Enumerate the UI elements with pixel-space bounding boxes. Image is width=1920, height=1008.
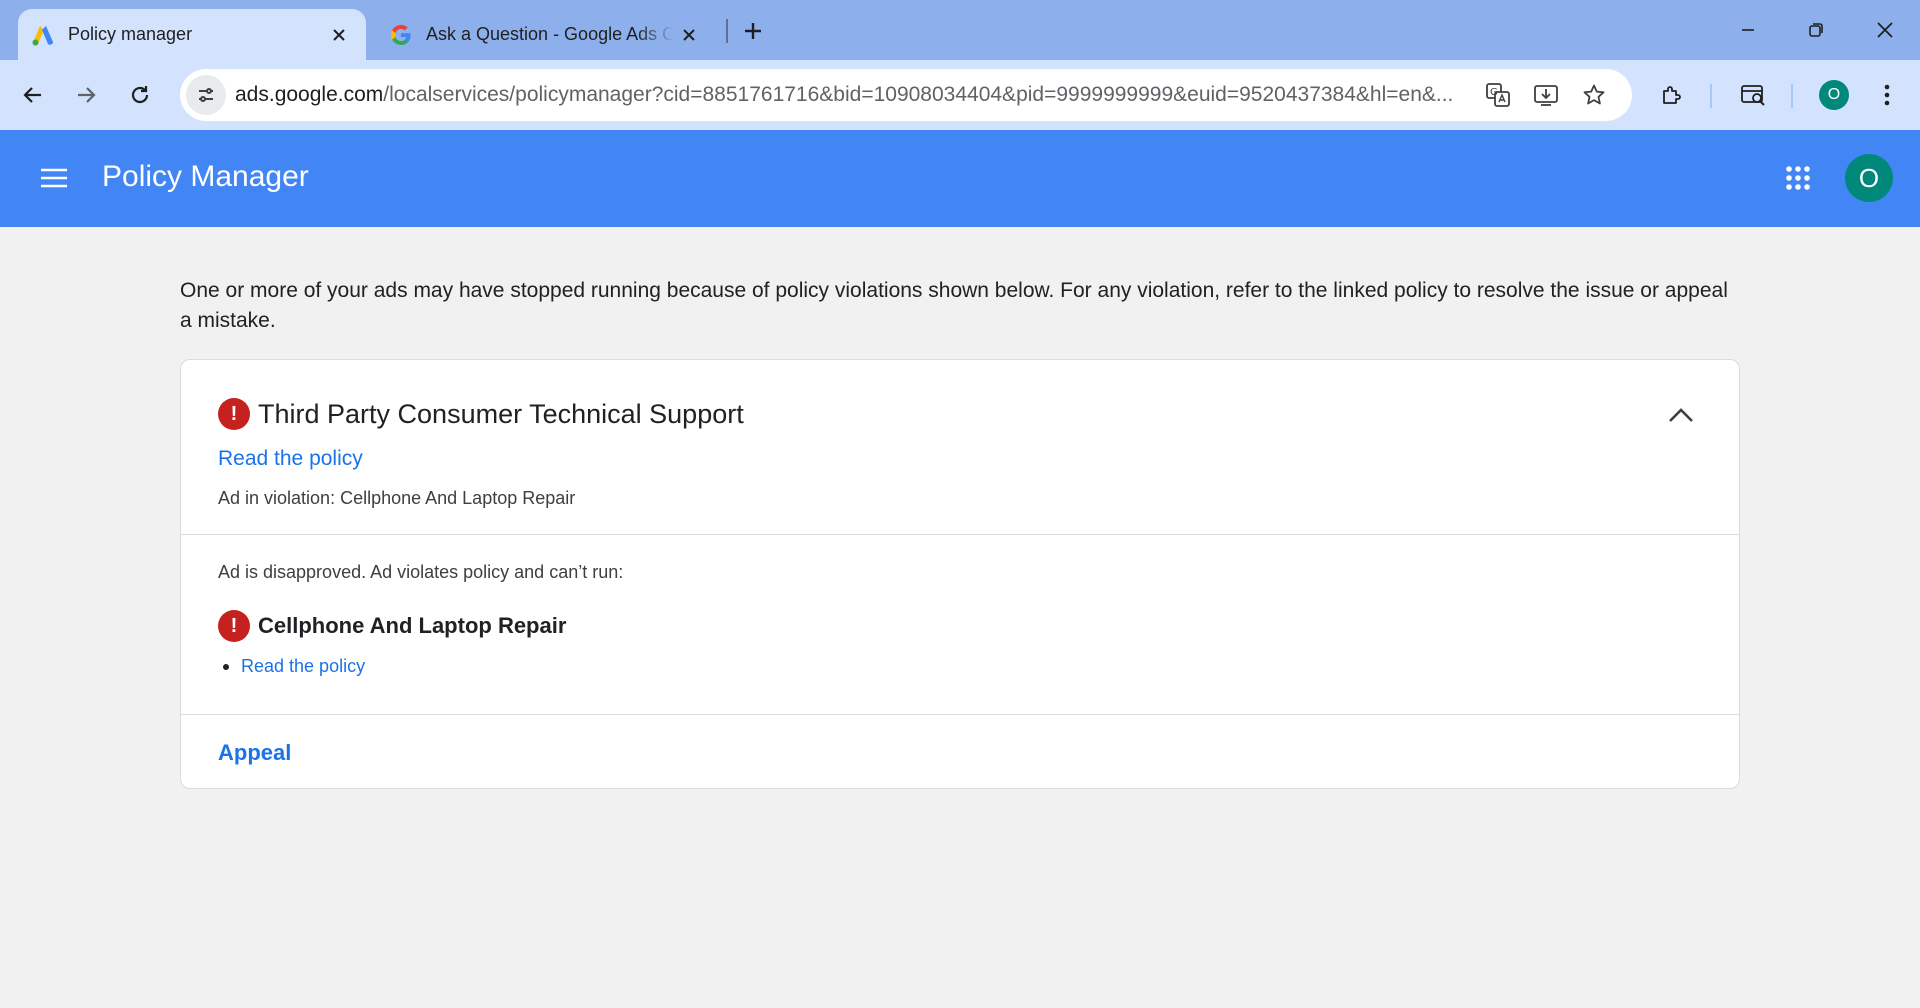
minimize-button[interactable] xyxy=(1718,10,1778,50)
kebab-menu-icon[interactable] xyxy=(1869,77,1905,113)
address-bar[interactable]: ads.google.com/localservices/policymanag… xyxy=(180,69,1632,121)
browser-toolbar: ads.google.com/localservices/policymanag… xyxy=(0,60,1920,130)
translate-icon[interactable]: G xyxy=(1480,77,1516,113)
toolbar-separator xyxy=(1791,84,1793,108)
ad-name: Cellphone And Laptop Repair xyxy=(258,613,567,638)
policy-intro-text: One or more of your ads may have stopped… xyxy=(180,279,1728,332)
tab-separator xyxy=(726,19,728,43)
bookmark-star-icon[interactable] xyxy=(1576,77,1612,113)
url-path: /localservices/policymanager?cid=8851761… xyxy=(383,83,1454,106)
hamburger-menu-icon[interactable] xyxy=(34,158,74,198)
chevron-up-icon[interactable] xyxy=(1661,400,1701,430)
close-tab-icon[interactable] xyxy=(324,20,354,50)
bullet-icon xyxy=(223,663,229,670)
close-tab-icon[interactable] xyxy=(674,20,704,50)
google-ads-logo-icon xyxy=(28,20,58,50)
back-button[interactable] xyxy=(15,77,51,113)
url-text[interactable]: ads.google.com/localservices/policymanag… xyxy=(235,83,1465,107)
url-host: ads.google.com xyxy=(235,83,384,106)
app-header: Policy Manager O xyxy=(0,130,1920,227)
error-icon: ! xyxy=(218,398,250,430)
close-window-button[interactable] xyxy=(1855,10,1915,50)
extensions-icon[interactable] xyxy=(1654,77,1690,113)
restore-button[interactable] xyxy=(1786,10,1846,50)
google-g-logo-icon xyxy=(386,20,416,50)
apps-grid-icon[interactable] xyxy=(1778,158,1818,198)
tab-policy-manager[interactable]: Policy manager xyxy=(18,9,366,60)
site-info-icon[interactable] xyxy=(186,75,226,115)
tab-title: Ask a Question - Google Ads Community xyxy=(426,24,674,44)
ad-item: ! Cellphone And Laptop Repair xyxy=(218,610,566,642)
divider xyxy=(181,714,1739,715)
tab-ads-community[interactable]: Ask a Question - Google Ads Community xyxy=(376,9,716,60)
ad-in-violation-text: Ad in violation: Cellphone And Laptop Re… xyxy=(218,488,576,508)
appeal-button[interactable]: Appeal xyxy=(218,740,291,766)
tab-search-icon[interactable] xyxy=(1735,77,1771,113)
read-policy-link[interactable]: Read the policy xyxy=(218,447,363,471)
ad-read-policy-link[interactable]: Read the policy xyxy=(241,656,365,677)
svg-text:G: G xyxy=(1490,87,1498,98)
toolbar-separator xyxy=(1710,84,1712,108)
forward-button[interactable] xyxy=(68,77,104,113)
violation-card: ! Third Party Consumer Technical Support… xyxy=(180,359,1740,789)
tab-title: Policy manager xyxy=(68,24,193,44)
profile-avatar[interactable]: O xyxy=(1819,80,1849,110)
ad-policy-list-item: Read the policy xyxy=(223,656,365,677)
reload-button[interactable] xyxy=(122,77,158,113)
browser-tab-strip: Policy manager Ask a Question - Google A… xyxy=(0,0,1920,60)
disapproval-status-text: Ad is disapproved. Ad violates policy an… xyxy=(218,562,624,582)
policy-title: Third Party Consumer Technical Support xyxy=(258,398,744,429)
violation-header: ! Third Party Consumer Technical Support xyxy=(218,398,744,430)
error-icon: ! xyxy=(218,610,250,642)
new-tab-button[interactable] xyxy=(738,16,768,46)
install-app-icon[interactable] xyxy=(1528,77,1564,113)
divider xyxy=(181,534,1739,535)
app-title: Policy Manager xyxy=(102,160,309,193)
account-avatar[interactable]: O xyxy=(1845,154,1893,202)
